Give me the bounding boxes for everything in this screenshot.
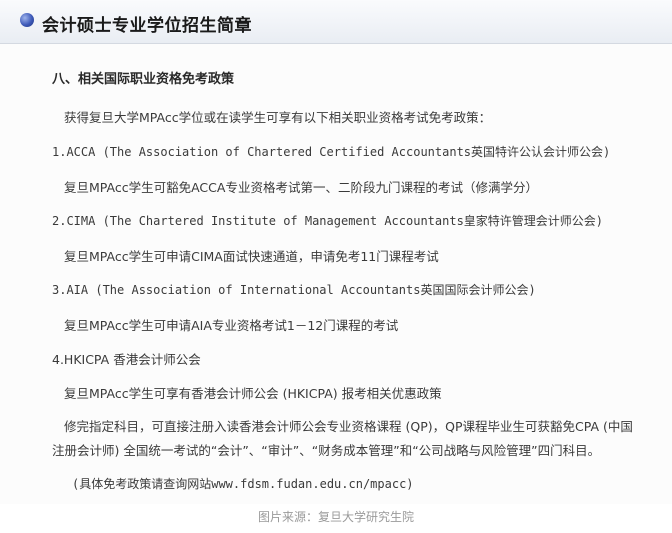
note-line-2: 注册会计师) 全国统一考试的“会计”、“审计”、“财务成本管理”和“公司战略与风… — [52, 443, 601, 458]
note-line-1: 修完指定科目，可直接注册入读香港会计师公会专业资格课程 (QP)，QP课程毕业生… — [64, 419, 633, 434]
item-heading-hkicpa: 4.HKICPA 香港会计师公会 — [52, 352, 201, 367]
website-note: (具体免考政策请查询网站www.fdsm.fudan.edu.cn/mpacc) — [72, 477, 414, 491]
item-detail-acca: 复旦MPAcc学生可豁免ACCA专业资格考试第一、二阶段九门课程的考试（修满学分… — [64, 180, 538, 195]
bullet-icon — [20, 13, 34, 27]
content-area: 八、相关国际职业资格免考政策 获得复旦大学MPAcc学位或在读学生可享有以下相关… — [0, 44, 672, 504]
item-heading-cima: 2.CIMA (The Chartered Institute of Manag… — [52, 214, 604, 228]
image-caption: 图片来源：复旦大学研究生院 — [257, 510, 414, 524]
intro-text: 获得复旦大学MPAcc学位或在读学生可享有以下相关职业资格考试免考政策： — [64, 110, 492, 125]
item-detail-aia: 复旦MPAcc学生可申请AIA专业资格考试1－12门课程的考试 — [64, 318, 399, 333]
section-title: 八、相关国际职业资格免考政策 — [52, 72, 235, 87]
item-detail-cima: 复旦MPAcc学生可申请CIMA面试快速通道，申请免考11门课程考试 — [64, 249, 439, 264]
item-detail-hkicpa: 复旦MPAcc学生可享有香港会计师公会 (HKICPA) 报考相关优惠政策 — [64, 386, 442, 401]
page-title: 会计硕士专业学位招生简章 — [42, 16, 252, 36]
item-heading-acca: 1.ACCA (The Association of Chartered Cer… — [52, 145, 611, 159]
item-heading-aia: 3.AIA (The Association of International … — [52, 283, 536, 297]
page-header: 会计硕士专业学位招生简章 — [0, 0, 672, 44]
